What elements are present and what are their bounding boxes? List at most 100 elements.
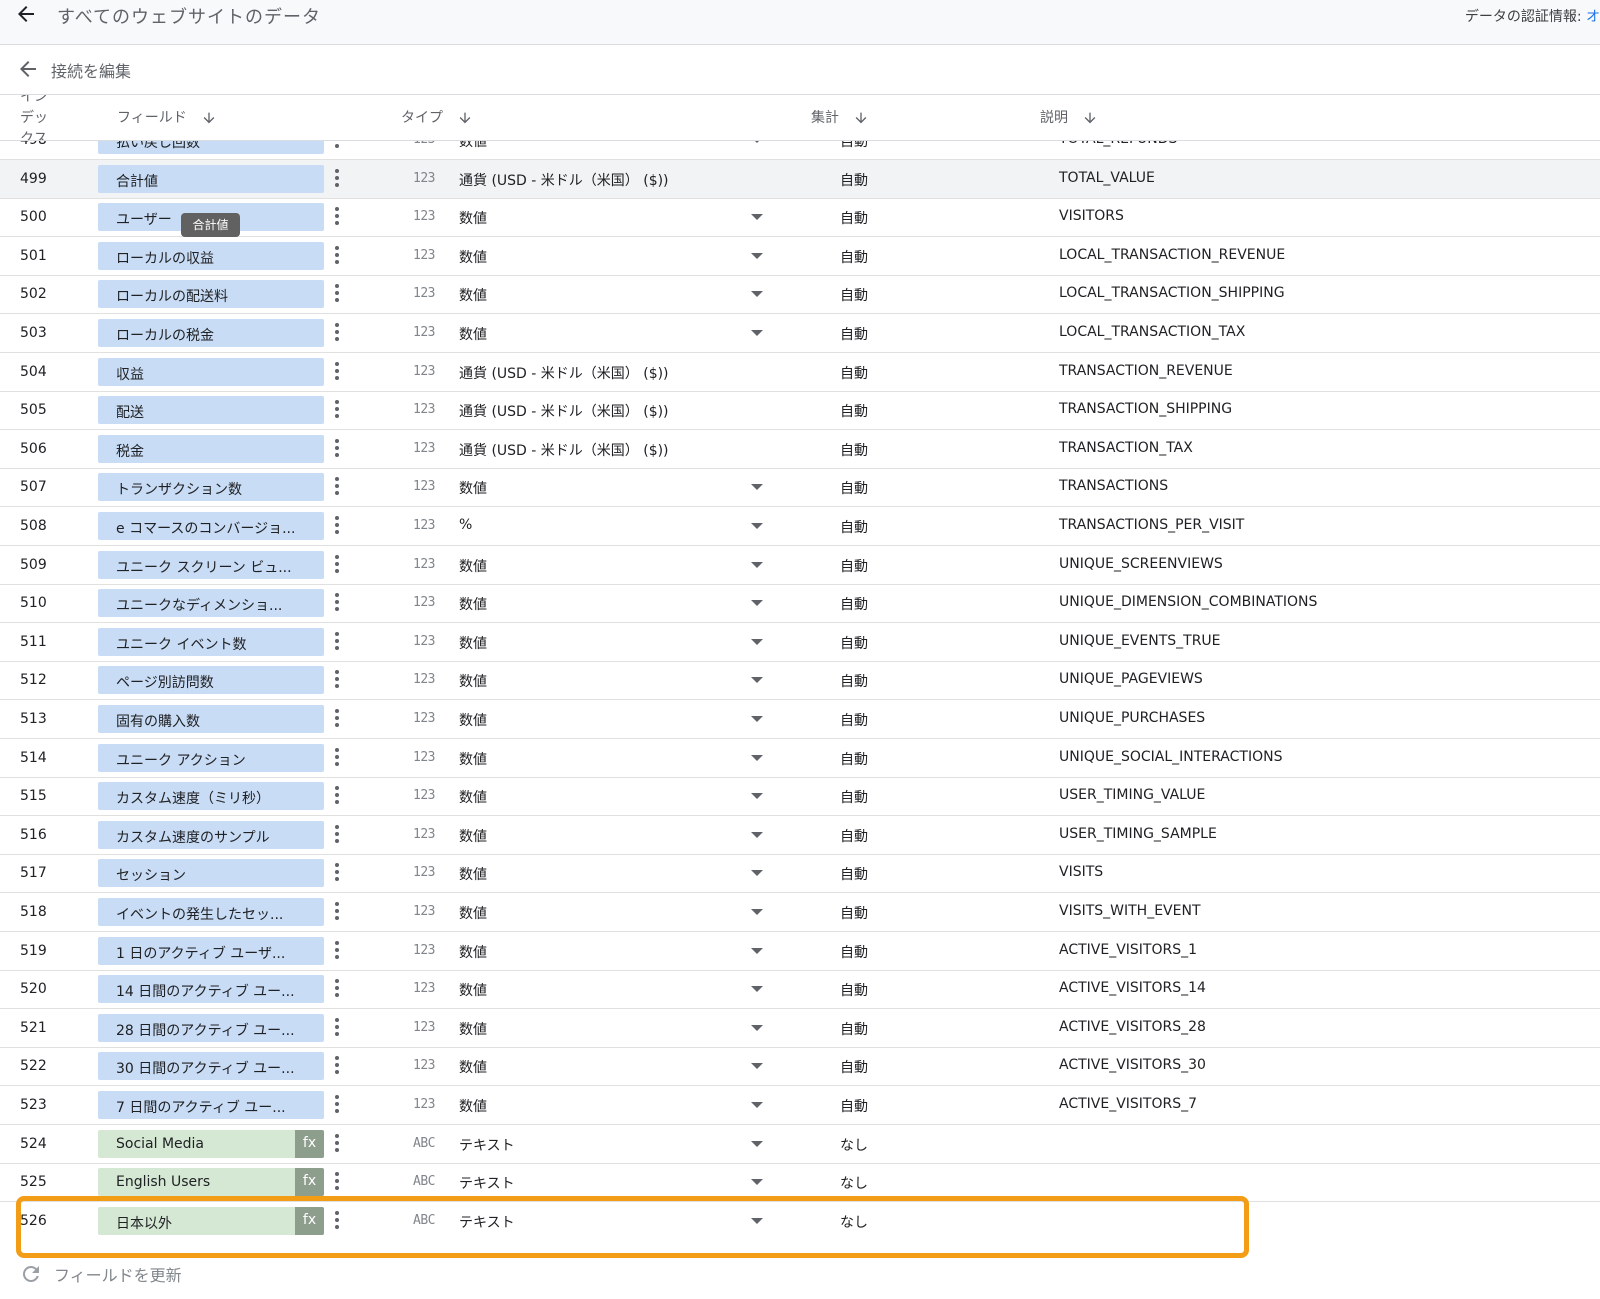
dropdown-arrow-icon[interactable] (751, 677, 763, 683)
sort-arrow-icon[interactable] (201, 110, 217, 126)
aggregation-value[interactable]: 自動 (840, 671, 868, 691)
metric-field-chip[interactable]: ローカルの収益 (98, 242, 324, 270)
field-type[interactable]: 数値 (459, 633, 487, 653)
more-vert-icon[interactable] (335, 207, 339, 227)
aggregation-value[interactable]: 自動 (840, 749, 868, 769)
metric-field-chip[interactable]: ページ別訪問数 (98, 666, 324, 694)
aggregation-value[interactable]: 自動 (840, 208, 868, 228)
more-vert-icon[interactable] (335, 593, 339, 613)
field-type[interactable]: 数値 (459, 980, 487, 1000)
dropdown-arrow-icon[interactable] (751, 291, 763, 297)
more-vert-icon[interactable] (335, 709, 339, 729)
back-arrow-icon[interactable] (14, 2, 38, 26)
aggregation-value[interactable]: 自動 (840, 710, 868, 730)
more-vert-icon[interactable] (335, 632, 339, 652)
column-header-field[interactable]: フィールド (117, 107, 217, 127)
aggregation-value[interactable]: 自動 (840, 826, 868, 846)
metric-field-chip[interactable]: セッション (98, 859, 324, 887)
field-type[interactable]: 数値 (459, 710, 487, 730)
field-type[interactable]: 数値 (459, 556, 487, 576)
dropdown-arrow-icon[interactable] (751, 214, 763, 220)
metric-field-chip[interactable]: 1 日のアクティブ ユーザ... (98, 937, 324, 965)
more-vert-icon[interactable] (335, 1018, 339, 1038)
back-arrow-icon[interactable] (16, 57, 40, 81)
more-vert-icon[interactable] (335, 1134, 339, 1154)
more-vert-icon[interactable] (335, 516, 339, 536)
metric-field-chip[interactable]: 固有の購入数 (98, 705, 324, 733)
column-header-description[interactable]: 説明 (1040, 107, 1098, 127)
column-header-type[interactable]: タイプ (401, 107, 473, 127)
column-header-index[interactable]: インデックス (20, 95, 54, 140)
more-vert-icon[interactable] (335, 748, 339, 768)
field-type[interactable]: テキスト (459, 1135, 515, 1155)
dropdown-arrow-icon[interactable] (751, 755, 763, 761)
field-type[interactable]: 数値 (459, 826, 487, 846)
dropdown-arrow-icon[interactable] (751, 639, 763, 645)
metric-field-chip[interactable]: e コマースのコンバージョ... (98, 512, 324, 540)
aggregation-value[interactable]: 自動 (840, 594, 868, 614)
more-vert-icon[interactable] (335, 979, 339, 999)
dropdown-arrow-icon[interactable] (751, 600, 763, 606)
dropdown-arrow-icon[interactable] (751, 1025, 763, 1031)
sort-arrow-icon[interactable] (457, 110, 473, 126)
more-vert-icon[interactable] (335, 362, 339, 382)
metric-field-chip[interactable]: 28 日間のアクティブ ユー... (98, 1014, 324, 1042)
field-type[interactable]: 数値 (459, 247, 487, 267)
metric-field-chip[interactable]: カスタム速度のサンプル (98, 821, 324, 849)
aggregation-value[interactable]: 自動 (840, 517, 868, 537)
dropdown-arrow-icon[interactable] (751, 870, 763, 876)
metric-field-chip[interactable]: 合計値 (98, 165, 324, 193)
dropdown-arrow-icon[interactable] (751, 484, 763, 490)
metric-field-chip[interactable]: イベントの発生したセッ... (98, 898, 324, 926)
more-vert-icon[interactable] (335, 941, 339, 961)
aggregation-value[interactable]: 自動 (840, 363, 868, 383)
formula-icon[interactable]: fx (295, 1130, 324, 1158)
field-type[interactable]: 数値 (459, 671, 487, 691)
metric-field-chip[interactable]: 14 日間のアクティブ ユー... (98, 975, 324, 1003)
field-type[interactable]: 数値 (459, 1096, 487, 1116)
field-type[interactable]: 数値 (459, 1019, 487, 1039)
more-vert-icon[interactable] (335, 825, 339, 845)
metric-field-chip[interactable]: カスタム速度（ミリ秒） (98, 782, 324, 810)
field-type[interactable]: 数値 (459, 594, 487, 614)
dropdown-arrow-icon[interactable] (751, 1063, 763, 1069)
metric-field-chip[interactable]: 払い戻し回数 (98, 140, 324, 154)
field-type[interactable]: 通貨 (USD - 米ドル（米国） ($)) (459, 363, 669, 383)
column-header-aggregation[interactable]: 集計 (811, 107, 869, 127)
field-type[interactable]: 数値 (459, 942, 487, 962)
metric-field-chip[interactable]: ユニーク アクション (98, 744, 324, 772)
calculated-field-chip[interactable]: Social Media fx (98, 1130, 324, 1158)
dropdown-arrow-icon[interactable] (751, 793, 763, 799)
field-type[interactable]: 数値 (459, 324, 487, 344)
aggregation-value[interactable]: 自動 (840, 1019, 868, 1039)
formula-icon[interactable]: fx (295, 1168, 324, 1196)
metric-field-chip[interactable]: ユニークなディメンショ... (98, 589, 324, 617)
field-type[interactable]: 数値 (459, 140, 487, 151)
field-type[interactable]: % (459, 517, 472, 533)
more-vert-icon[interactable] (335, 1056, 339, 1076)
dropdown-arrow-icon[interactable] (751, 1102, 763, 1108)
metric-field-chip[interactable]: 収益 (98, 358, 324, 386)
metric-field-chip[interactable]: 税金 (98, 435, 324, 463)
aggregation-value[interactable]: 自動 (840, 903, 868, 923)
aggregation-value[interactable]: 自動 (840, 440, 868, 460)
field-type[interactable]: 数値 (459, 903, 487, 923)
metric-field-chip[interactable]: ローカルの税金 (98, 319, 324, 347)
field-type[interactable]: 数値 (459, 208, 487, 228)
dropdown-arrow-icon[interactable] (751, 330, 763, 336)
more-vert-icon[interactable] (335, 786, 339, 806)
more-vert-icon[interactable] (335, 670, 339, 690)
dropdown-arrow-icon[interactable] (751, 986, 763, 992)
more-vert-icon[interactable] (335, 902, 339, 922)
more-vert-icon[interactable] (335, 1172, 339, 1192)
aggregation-value[interactable]: 自動 (840, 247, 868, 267)
metric-field-chip[interactable]: 30 日間のアクティブ ユー... (98, 1052, 324, 1080)
more-vert-icon[interactable] (335, 400, 339, 420)
aggregation-value[interactable]: 自動 (840, 478, 868, 498)
aggregation-value[interactable]: なし (840, 1135, 868, 1155)
field-type[interactable]: 数値 (459, 478, 487, 498)
more-vert-icon[interactable] (335, 246, 339, 266)
metric-field-chip[interactable]: ユニーク スクリーン ビュ... (98, 551, 324, 579)
more-vert-icon[interactable] (335, 555, 339, 575)
field-type[interactable]: 数値 (459, 285, 487, 305)
